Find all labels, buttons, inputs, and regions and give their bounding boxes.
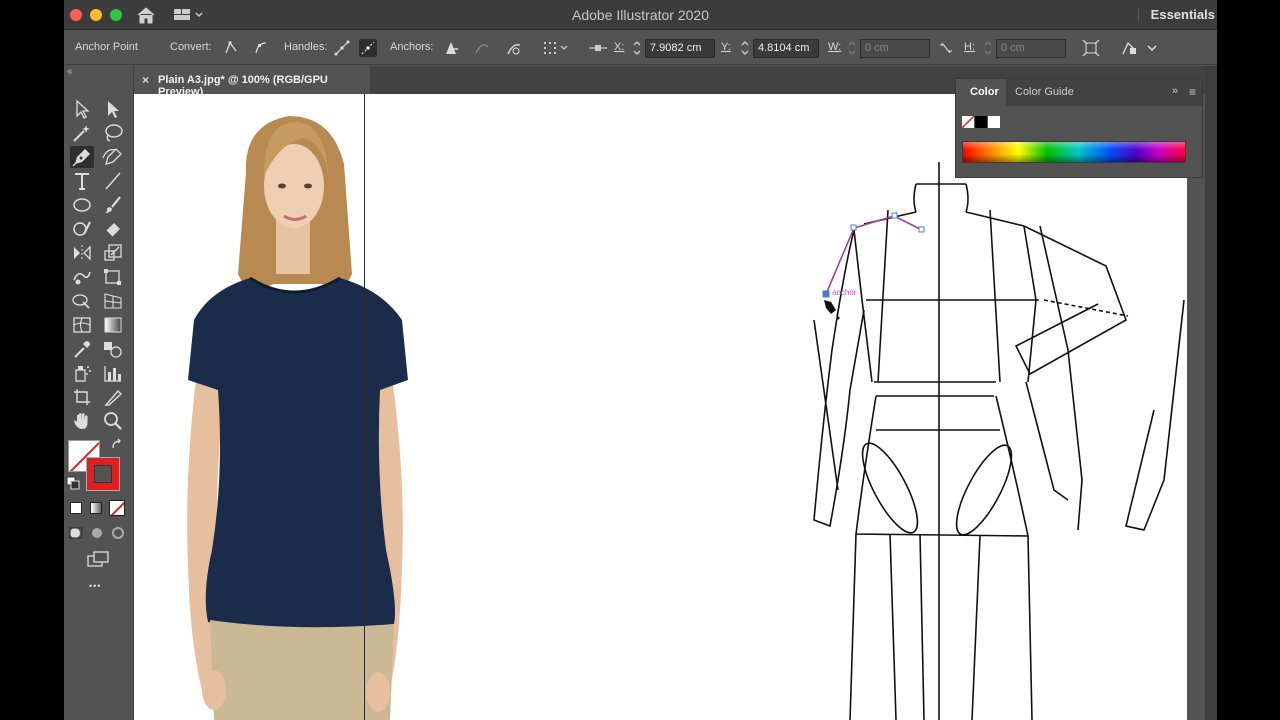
hand-tool-icon[interactable] [70, 410, 94, 432]
gradient-mode-button[interactable] [90, 502, 102, 514]
show-handles-icon[interactable] [333, 39, 351, 57]
line-segment-tool-icon[interactable] [101, 170, 125, 192]
free-transform-tool-icon[interactable] [101, 266, 125, 288]
direct-selection-tool-icon[interactable] [101, 98, 125, 120]
convert-to-corner-icon[interactable] [222, 39, 240, 57]
x-stepper-icon[interactable] [632, 39, 642, 57]
control-bar-options-icon[interactable] [1146, 39, 1158, 57]
shaper-tool-icon[interactable] [70, 218, 94, 240]
selected-anchor-point[interactable] [822, 290, 830, 298]
transform-icon[interactable] [1082, 39, 1100, 57]
close-document-icon[interactable]: × [142, 73, 149, 87]
perspective-grid-tool-icon[interactable] [101, 290, 125, 312]
symbol-sprayer-tool-icon[interactable] [70, 362, 94, 384]
expand-panel-icon[interactable]: » [1172, 85, 1178, 97]
constrain-proportions-icon[interactable] [937, 39, 955, 57]
zoom-tool-icon[interactable] [101, 410, 125, 432]
panel-menu-icon[interactable]: ≡ [1189, 85, 1196, 99]
tools-panel: « ••• [64, 66, 134, 720]
handles-label: Handles: [284, 41, 328, 53]
mesh-tool-icon[interactable] [70, 314, 94, 336]
slice-tool-icon[interactable] [101, 386, 125, 408]
h-label: H: [964, 41, 975, 53]
align-points-icon[interactable] [542, 39, 570, 57]
width-field[interactable]: 0 cm [860, 39, 930, 58]
pen-tool-icon[interactable] [70, 146, 94, 168]
convert-label: Convert: [170, 41, 212, 53]
shape-builder-tool-icon[interactable] [70, 290, 94, 312]
default-fill-stroke-icon[interactable] [66, 476, 80, 490]
color-mode-button[interactable] [70, 502, 82, 514]
anchor-point[interactable] [918, 226, 925, 233]
cut-path-icon[interactable] [505, 39, 523, 57]
canvas-area[interactable]: anchor [134, 94, 1217, 720]
gradient-tool-icon[interactable] [101, 314, 125, 336]
none-icon [110, 501, 124, 515]
x-position-field[interactable]: 7.9082 cm [645, 39, 715, 58]
model-photo[interactable] [154, 94, 454, 720]
stroke-swatch[interactable] [86, 457, 120, 491]
title-bar: Adobe Illustrator 2020 Essentials [64, 0, 1217, 30]
anchor-point[interactable] [891, 212, 898, 219]
artboard-tool-icon[interactable] [70, 386, 94, 408]
context-label: Anchor Point [75, 41, 138, 53]
croquis-sketch[interactable] [694, 150, 1194, 720]
eyedropper-tool-icon[interactable] [70, 338, 94, 360]
x-label: X: [614, 41, 625, 53]
app-title: Adobe Illustrator 2020 [572, 7, 709, 23]
convert-to-smooth-icon[interactable] [252, 39, 270, 57]
y-position-field[interactable]: 4.8104 cm [753, 39, 819, 58]
quick-swatches[interactable] [962, 115, 1002, 129]
draw-normal-icon[interactable] [68, 526, 84, 540]
anchors-label: Anchors: [390, 41, 434, 53]
scale-tool-icon[interactable] [101, 242, 125, 264]
eraser-tool-icon[interactable] [101, 218, 125, 240]
reference-point-icon[interactable] [587, 39, 609, 57]
ellipse-tool-icon[interactable] [70, 194, 94, 216]
lasso-tool-icon[interactable] [101, 122, 125, 144]
illustrator-window: Adobe Illustrator 2020 Essentials Anchor… [64, 0, 1217, 720]
swap-fill-stroke-icon[interactable] [110, 438, 124, 452]
color-spectrum-bar[interactable] [962, 141, 1186, 163]
right-dock-strip [1205, 66, 1217, 720]
y-stepper-icon[interactable] [740, 39, 750, 57]
artboard[interactable]: anchor [134, 94, 1187, 720]
w-stepper-icon[interactable] [847, 39, 857, 57]
selection-tool-icon[interactable] [70, 98, 94, 120]
paintbrush-tool-icon[interactable] [101, 194, 125, 216]
reflect-tool-icon[interactable] [70, 242, 94, 264]
pen-cursor-icon [824, 300, 840, 320]
draw-inside-icon[interactable] [110, 526, 126, 540]
connect-anchors-icon[interactable] [473, 39, 491, 57]
column-graph-tool-icon[interactable] [101, 362, 125, 384]
puppet-warp-tool-icon[interactable] [70, 266, 94, 288]
y-label: Y: [721, 41, 731, 53]
none-mode-button[interactable] [109, 500, 125, 516]
draw-behind-icon[interactable] [90, 526, 106, 540]
magic-wand-tool-icon[interactable] [70, 122, 94, 144]
h-stepper-icon[interactable] [983, 39, 993, 57]
screen-mode-icon[interactable] [86, 550, 110, 568]
blend-tool-icon[interactable] [101, 338, 125, 360]
color-panel-tabs: Color Color Guide » ≡ [956, 79, 1202, 106]
color-panel: Color Color Guide » ≡ [955, 78, 1203, 178]
workspace-menu[interactable]: Essentials [1137, 7, 1215, 22]
isolate-object-icon[interactable] [1120, 39, 1138, 57]
edit-toolbar-button[interactable]: ••• [89, 581, 101, 591]
collapse-toolbar-button[interactable]: « [67, 66, 73, 77]
type-tool-icon[interactable] [70, 170, 94, 192]
hide-handles-icon[interactable] [359, 39, 377, 57]
tab-color[interactable]: Color [956, 79, 1006, 106]
control-bar: Anchor Point Convert: Handles: Anchors: … [64, 31, 1217, 65]
artboard-boundary [364, 94, 365, 720]
remove-anchor-icon[interactable] [442, 39, 460, 57]
document-tab[interactable]: × Plain A3.jpg* @ 100% (RGB/GPU Preview) [134, 66, 370, 98]
w-label: W: [828, 41, 842, 53]
anchor-point[interactable] [850, 224, 857, 231]
smart-guide-anchor-label: anchor [832, 288, 857, 297]
tab-color-guide[interactable]: Color Guide [1015, 79, 1074, 106]
curvature-tool-icon[interactable] [101, 146, 125, 168]
height-field[interactable]: 0 cm [996, 39, 1066, 58]
